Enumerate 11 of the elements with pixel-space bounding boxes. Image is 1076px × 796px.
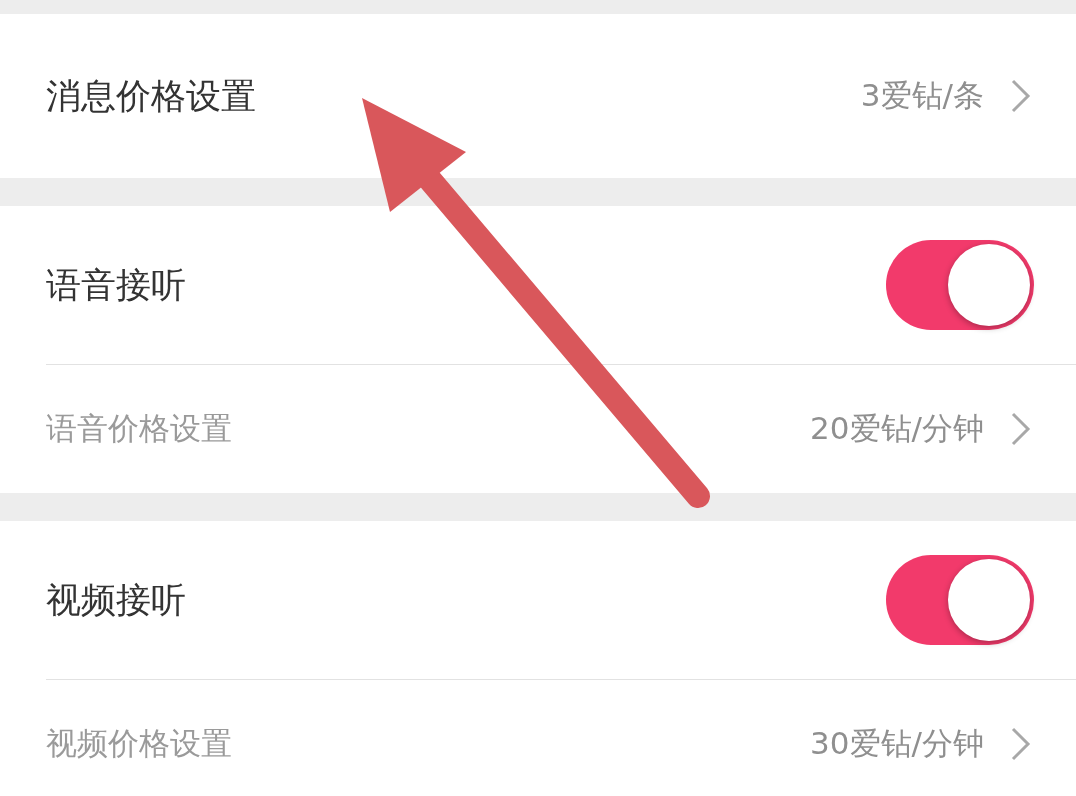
setting-label[interactable]: 语音价格设置 [46,408,811,450]
setting-label: 语音接听 [46,263,187,307]
chevron-icon [1010,726,1032,762]
setting-value: 30爱钻/分钟 [810,724,984,763]
setting-label: 视频接听 [46,578,187,622]
setting-value: 20爱钻/分钟 [810,409,984,448]
chevron-icon [1010,78,1032,114]
setting-label[interactable]: 视频价格设置 [46,723,811,765]
chevron-icon [1010,411,1032,447]
setting-label[interactable]: 消息价格设置 [46,72,861,120]
setting-value: 3爱钻/条 [860,76,984,115]
